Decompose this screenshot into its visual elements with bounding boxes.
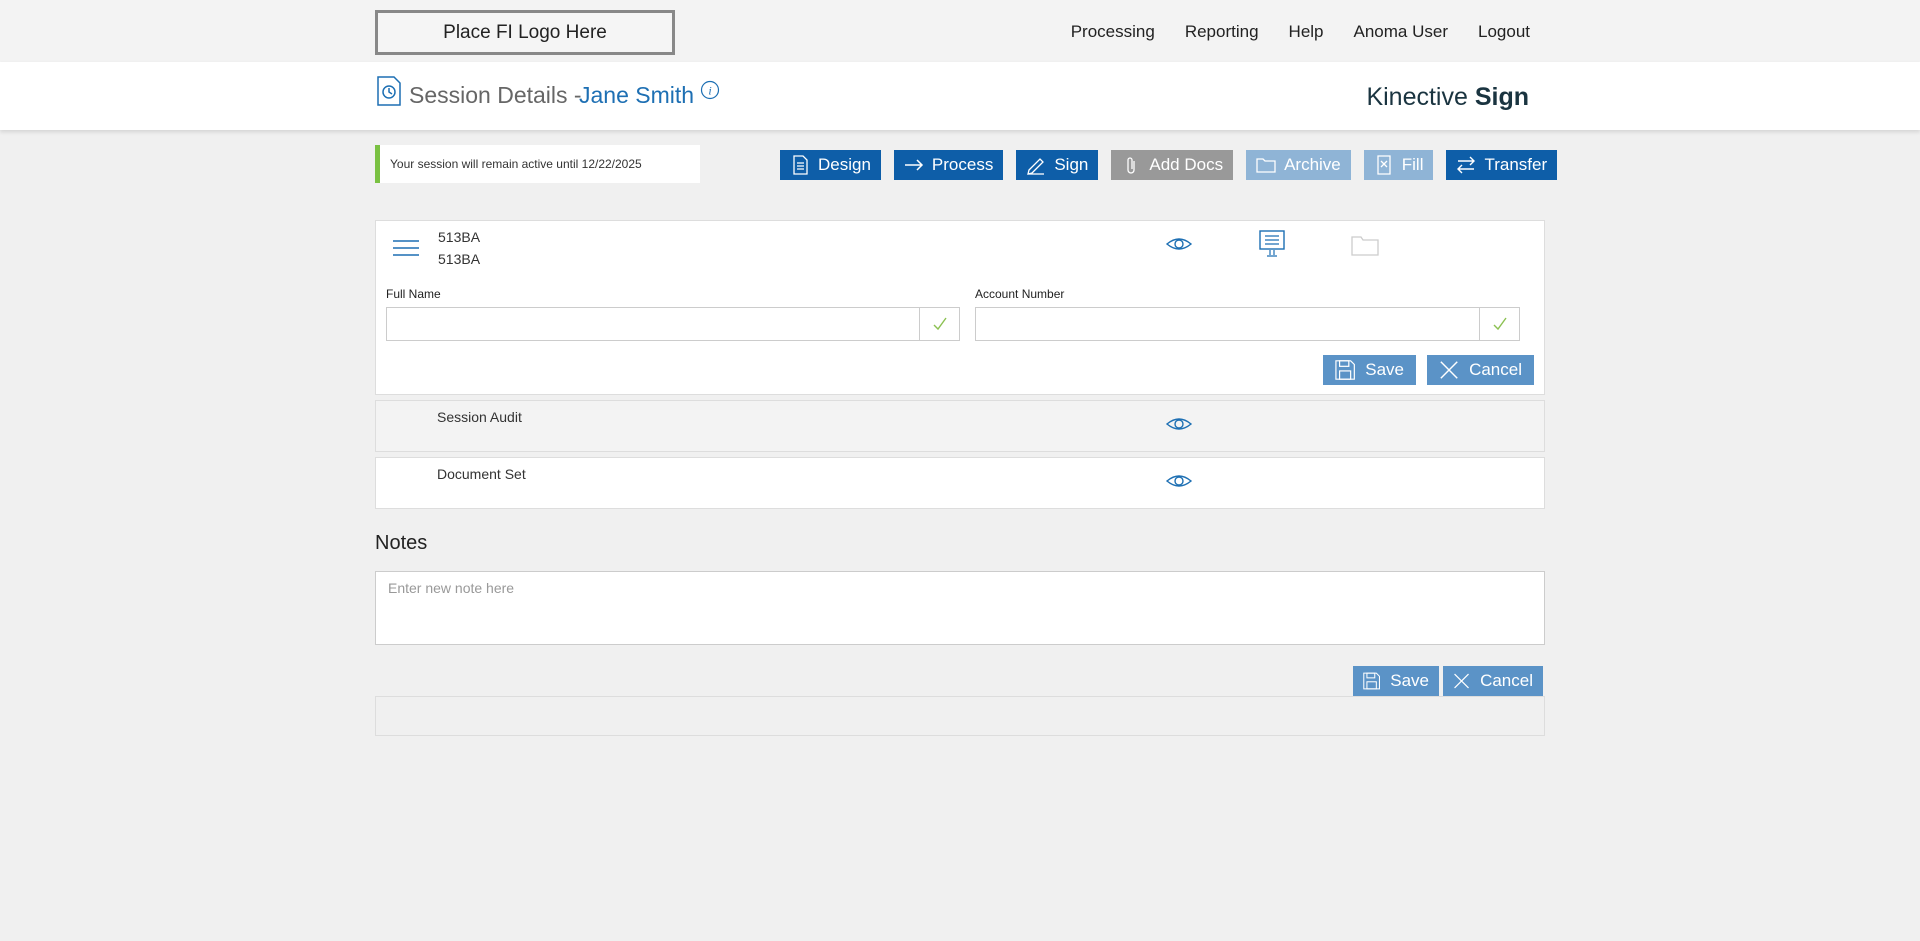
swap-arrows-icon [1457,156,1476,174]
folder-icon [1256,158,1276,173]
document-list-icon [793,155,808,175]
notes-heading: Notes [375,532,428,554]
nav-reporting[interactable]: Reporting [1185,22,1259,42]
full-name-confirm[interactable] [919,308,959,340]
full-name-field [386,307,960,341]
record-save-button[interactable]: Save [1323,355,1416,385]
sign-label: Sign [1054,155,1089,174]
sign-button[interactable]: Sign [1016,150,1099,180]
notes-cancel-label: Cancel [1480,671,1533,690]
add-docs-label: Add Docs [1149,155,1224,174]
notes-save-button[interactable]: Save [1353,666,1439,696]
transfer-button[interactable]: Transfer [1446,150,1558,180]
process-button[interactable]: Process [893,150,1004,180]
arrow-right-icon [904,159,923,171]
record-id-secondary: 513BA [438,251,481,267]
paperclip-icon [1127,157,1136,174]
page-title: Session Details - [409,82,582,108]
process-label: Process [931,155,994,174]
full-name-label: Full Name [386,287,441,301]
session-audit-label: Session Audit [437,409,522,425]
nav-processing[interactable]: Processing [1071,22,1155,42]
document-set-row[interactable]: Document Set [375,457,1545,509]
monitor-icon[interactable] [1259,230,1285,258]
checkmark-icon [1493,317,1507,331]
design-label: Design [818,155,871,174]
pen-icon [1027,158,1045,175]
action-toolbar: Design Process Sign Add Docs Archive Fil… [780,150,1558,180]
eye-icon[interactable] [1166,234,1192,254]
nav-user[interactable]: Anoma User [1354,22,1448,42]
account-number-confirm[interactable] [1479,308,1519,340]
archive-label: Archive [1284,155,1341,174]
brand-bold: Sign [1474,83,1529,111]
top-bar: Place FI Logo Here Processing Reporting … [0,0,1920,62]
hamburger-menu-icon[interactable] [392,238,420,258]
folder-icon[interactable] [1351,234,1379,256]
record-id-primary: 513BA [438,229,481,245]
session-history-icon [377,76,401,106]
record-save-label: Save [1365,360,1404,379]
fill-button[interactable]: Fill [1363,150,1434,180]
checkmark-icon [933,317,947,331]
notes-save-label: Save [1390,671,1429,690]
brand-light: Kinective [1366,83,1475,111]
close-icon [1440,361,1458,379]
customer-name-link[interactable]: Jane Smith [579,82,694,109]
record-cancel-label: Cancel [1469,360,1522,379]
session-active-banner: Your session will remain active until 12… [375,145,700,183]
save-icon [1335,360,1355,380]
eye-icon[interactable] [1166,471,1192,491]
session-audit-row[interactable]: Session Audit [375,400,1545,452]
account-number-input[interactable] [976,308,1479,340]
archive-button[interactable]: Archive [1246,150,1351,180]
eye-icon[interactable] [1166,414,1192,434]
account-number-field [975,307,1520,341]
brand-logo: Kinective Sign [1366,83,1529,112]
record-cancel-button[interactable]: Cancel [1427,355,1534,385]
svg-text:i: i [708,84,711,98]
notes-cancel-button[interactable]: Cancel [1443,666,1543,696]
top-nav: Processing Reporting Help Anoma User Log… [1071,22,1530,42]
new-note-input[interactable] [376,572,1544,644]
design-button[interactable]: Design [780,150,881,180]
notes-list [375,696,1545,736]
account-number-label: Account Number [975,287,1065,301]
fill-label: Fill [1401,155,1424,174]
notes-box [375,571,1545,645]
record-panel: 513BA 513BA Full Name Account Number Sav… [375,220,1545,395]
close-icon [1454,673,1469,689]
nav-logout[interactable]: Logout [1478,22,1530,42]
transfer-label: Transfer [1484,155,1548,174]
save-icon [1363,672,1380,690]
add-docs-button[interactable]: Add Docs [1111,150,1234,180]
document-set-label: Document Set [437,466,526,482]
page-header: Session Details - Jane Smith i Kinective… [0,62,1920,130]
nav-help[interactable]: Help [1289,22,1324,42]
form-x-icon [1377,155,1391,175]
info-icon[interactable]: i [700,80,720,100]
full-name-input[interactable] [387,308,919,340]
fi-logo-placeholder: Place FI Logo Here [375,10,675,55]
